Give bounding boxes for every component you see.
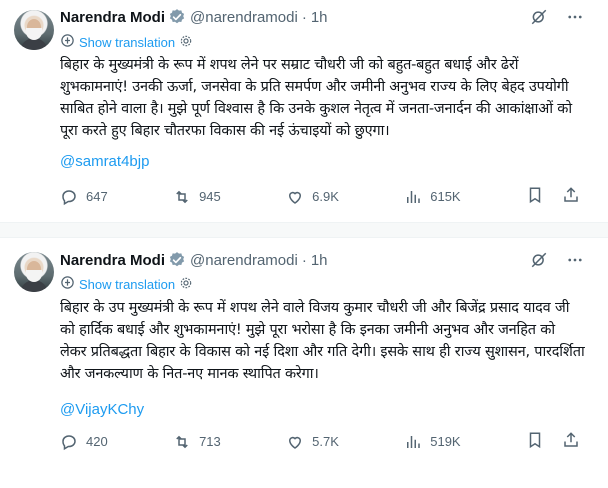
- like-button[interactable]: 5.7K: [286, 433, 339, 451]
- author-name[interactable]: Narendra Modi: [60, 9, 165, 26]
- tweet-header: Narendra Modi @narendramodi · 1h: [60, 250, 328, 270]
- translate-icon: [60, 33, 75, 51]
- avatar[interactable]: [14, 10, 54, 50]
- view-count: 615K: [430, 189, 461, 204]
- gear-icon[interactable]: [179, 34, 193, 51]
- mention-link[interactable]: @VijayKChy: [60, 401, 144, 418]
- bookmark-icon[interactable]: [526, 186, 544, 207]
- tweet-actions: 420 713 5.7K 519K: [60, 431, 580, 452]
- views-button[interactable]: 615K: [404, 188, 461, 206]
- like-count: 5.7K: [312, 434, 339, 449]
- tweet[interactable]: Narendra Modi @narendramodi · 1h Show tr…: [0, 238, 608, 488]
- reply-count: 420: [86, 434, 108, 449]
- author-handle[interactable]: @narendramodi: [190, 9, 298, 26]
- show-translation-label: Show translation: [79, 34, 176, 50]
- views-button[interactable]: 519K: [404, 433, 461, 451]
- heart-icon: [289, 191, 302, 204]
- separator-dot: ·: [301, 251, 307, 269]
- repost-count: 945: [199, 189, 221, 204]
- timestamp[interactable]: 1h: [311, 252, 328, 269]
- tweet-text: बिहार के मुख्यमंत्री के रूप में शपथ लेने…: [60, 57, 572, 139]
- reply-button[interactable]: 647: [60, 188, 108, 206]
- avatar[interactable]: [14, 252, 54, 292]
- verified-badge-icon: [168, 8, 186, 26]
- header-actions: [530, 251, 584, 274]
- timestamp[interactable]: 1h: [311, 9, 328, 26]
- show-translation-link[interactable]: Show translation: [60, 33, 193, 51]
- grok-icon[interactable]: [530, 8, 548, 31]
- repost-button[interactable]: 945: [173, 188, 221, 206]
- grok-icon[interactable]: [530, 251, 548, 274]
- feed-divider: [0, 223, 608, 238]
- mention-link[interactable]: @samrat4bjp: [60, 153, 149, 170]
- tweet-actions: 647 945 6.9K 615K: [60, 186, 580, 207]
- more-options-icon[interactable]: [566, 8, 584, 31]
- header-actions: [530, 8, 584, 31]
- tweet-header: Narendra Modi @narendramodi · 1h: [60, 7, 328, 27]
- bookmark-icon[interactable]: [526, 431, 544, 452]
- views-icon: [407, 190, 420, 203]
- gear-icon[interactable]: [179, 276, 193, 293]
- more-options-icon[interactable]: [566, 251, 584, 274]
- reply-count: 647: [86, 189, 108, 204]
- view-count: 519K: [430, 434, 461, 449]
- secondary-actions: [526, 186, 580, 207]
- author-name[interactable]: Narendra Modi: [60, 252, 165, 269]
- reply-icon: [62, 434, 76, 450]
- show-translation-label: Show translation: [79, 276, 176, 292]
- author-handle[interactable]: @narendramodi: [190, 252, 298, 269]
- tweet[interactable]: Narendra Modi @narendramodi · 1h Show tr…: [0, 0, 608, 223]
- translate-icon: [60, 275, 75, 293]
- reply-button[interactable]: 420: [60, 433, 108, 451]
- repost-icon: [176, 190, 188, 203]
- verified-badge-icon: [168, 251, 186, 269]
- share-icon[interactable]: [562, 431, 580, 452]
- like-button[interactable]: 6.9K: [286, 188, 339, 206]
- secondary-actions: [526, 431, 580, 452]
- like-count: 6.9K: [312, 189, 339, 204]
- separator-dot: ·: [301, 8, 307, 26]
- heart-icon: [289, 436, 302, 449]
- tweet-text: बिहार के उप मुख्यमंत्री के रूप में शपथ ल…: [60, 300, 585, 382]
- repost-icon: [176, 435, 188, 448]
- share-icon[interactable]: [562, 186, 580, 207]
- repost-button[interactable]: 713: [173, 433, 221, 451]
- show-translation-link[interactable]: Show translation: [60, 275, 193, 293]
- repost-count: 713: [199, 434, 221, 449]
- views-icon: [407, 435, 420, 448]
- reply-icon: [62, 189, 76, 205]
